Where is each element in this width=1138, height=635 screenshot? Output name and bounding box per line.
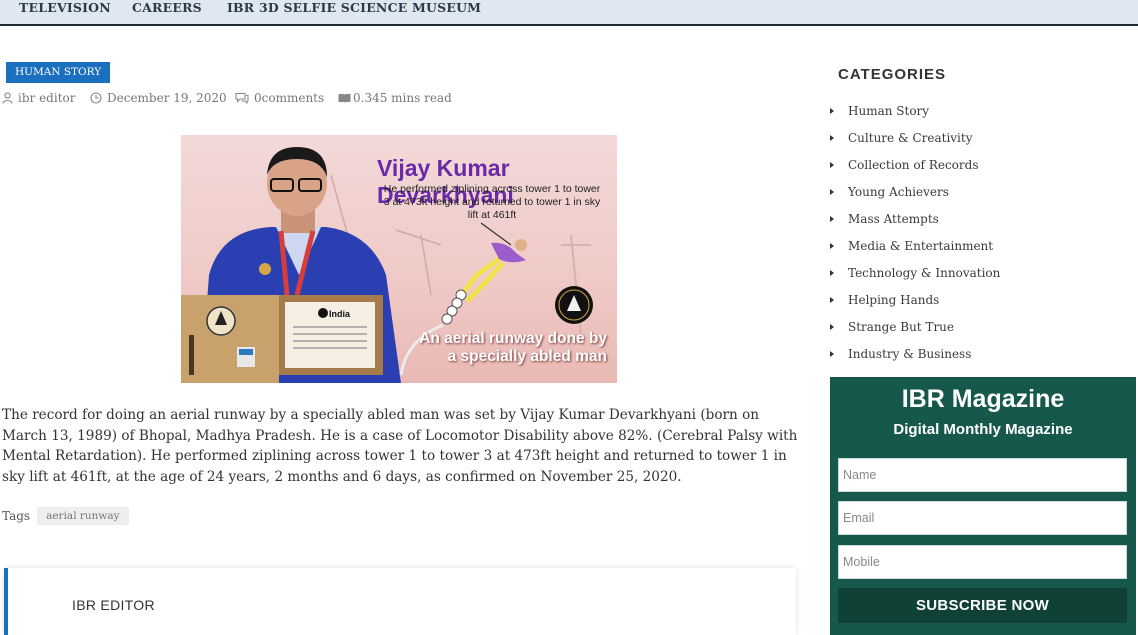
caret-right-icon <box>830 134 834 141</box>
category-item[interactable]: Collection of Records <box>828 151 1128 178</box>
meta-read-time: 0.345 mins read <box>338 91 452 105</box>
author-name: ibr editor <box>18 91 76 105</box>
author-box-name[interactable]: IBR EDITOR <box>72 597 155 613</box>
magazine-subscribe-widget: IBR Magazine Digital Monthly Magazine SU… <box>830 377 1136 635</box>
category-label: Collection of Records <box>848 157 979 172</box>
tags-label: Tags <box>2 509 31 523</box>
tags-row: Tags aerial runway <box>2 506 129 526</box>
book-icon <box>338 93 351 103</box>
caret-right-icon <box>830 215 834 222</box>
user-icon <box>2 92 13 104</box>
category-label: Helping Hands <box>848 292 940 307</box>
article-body: The record for doing an aerial runway by… <box>2 407 798 486</box>
subscribe-button[interactable]: SUBSCRIBE NOW <box>838 588 1127 623</box>
caret-right-icon <box>830 188 834 195</box>
name-field[interactable] <box>838 458 1127 492</box>
email-field[interactable] <box>838 501 1127 535</box>
tag-aerial-runway[interactable]: aerial runway <box>37 507 129 525</box>
clock-icon <box>90 92 102 104</box>
meta-comments[interactable]: 0comments <box>235 91 324 105</box>
category-label: Mass Attempts <box>848 211 939 226</box>
caret-right-icon <box>830 269 834 276</box>
category-label: Human Story <box>848 103 930 118</box>
image-caption: An aerial runway done by a specially abl… <box>419 330 607 365</box>
category-label: Culture & Creativity <box>848 130 973 145</box>
category-label: Media & Entertainment <box>848 238 994 253</box>
category-label: Young Achievers <box>848 184 949 199</box>
caret-right-icon <box>830 242 834 249</box>
category-item[interactable]: Media & Entertainment <box>828 232 1128 259</box>
caret-right-icon <box>830 107 834 114</box>
nav-item-museum[interactable]: IBR 3D SELFIE SCIENCE MUSEUM <box>227 0 481 15</box>
caret-right-icon <box>830 296 834 303</box>
post-date: December 19, 2020 <box>107 91 227 105</box>
category-item[interactable]: Strange But True <box>828 313 1128 340</box>
category-badge[interactable]: HUMAN STORY <box>6 62 111 83</box>
category-label: Strange But True <box>848 319 955 334</box>
featured-image: India Vijay Kumar Devarkhyani He perform… <box>181 135 617 383</box>
category-item[interactable]: Helping Hands <box>828 286 1128 313</box>
meta-date: December 19, 2020 <box>90 91 227 105</box>
comment-count: 0comments <box>254 91 325 105</box>
caret-right-icon <box>830 350 834 357</box>
certificate-text: India <box>329 309 351 319</box>
author-box: IBR EDITOR <box>4 568 796 635</box>
comments-icon <box>235 92 249 104</box>
category-item[interactable]: Culture & Creativity <box>828 124 1128 151</box>
category-label: Technology & Innovation <box>848 265 1001 280</box>
category-label: Industry & Business <box>848 346 972 361</box>
nav-item-careers[interactable]: CAREERS <box>132 0 202 15</box>
category-item[interactable]: Human Story <box>828 97 1128 124</box>
mobile-field[interactable] <box>838 545 1127 579</box>
categories-title: CATEGORIES <box>838 66 947 83</box>
category-item[interactable]: Young Achievers <box>828 178 1128 205</box>
category-item[interactable]: Technology & Innovation <box>828 259 1128 286</box>
caret-right-icon <box>830 161 834 168</box>
meta-author[interactable]: ibr editor <box>2 91 75 105</box>
categories-list: Human Story Culture & Creativity Collect… <box>828 97 1128 367</box>
image-subtitle: He performed ziplining across tower 1 to… <box>383 183 601 221</box>
nav-item-television[interactable]: TELEVISION <box>19 0 111 15</box>
top-navigation: TELEVISION CAREERS IBR 3D SELFIE SCIENCE… <box>0 0 1138 26</box>
read-time: 0.345 mins read <box>353 91 452 105</box>
category-item[interactable]: Industry & Business <box>828 340 1128 367</box>
magazine-title: IBR Magazine <box>901 385 1065 413</box>
magazine-subtitle: Digital Monthly Magazine <box>893 421 1073 438</box>
caret-right-icon <box>830 323 834 330</box>
category-item[interactable]: Mass Attempts <box>828 205 1128 232</box>
